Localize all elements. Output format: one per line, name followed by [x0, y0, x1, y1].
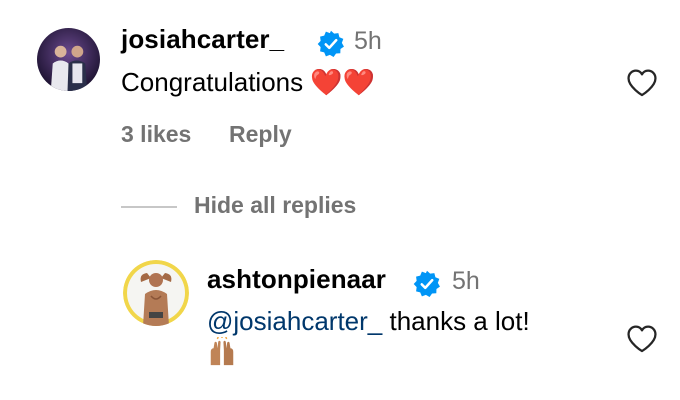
avatar[interactable] — [123, 260, 189, 326]
comments-thread: josiahcarter_ 5h Congratulations ❤️❤️ 3 … — [0, 0, 680, 400]
reply-username[interactable]: ashtonpienaar — [207, 264, 386, 295]
raised-hands-icon — [207, 337, 237, 367]
heart-outline-icon[interactable] — [624, 66, 660, 100]
reply-message: thanks a lot! — [389, 306, 530, 336]
comment-time: 5h — [354, 27, 382, 55]
verified-badge-icon — [317, 30, 345, 58]
avatar[interactable] — [37, 28, 100, 91]
replies-divider — [121, 206, 177, 208]
comment-text: Congratulations ❤️❤️ — [121, 67, 376, 97]
comment-likes[interactable]: 3 likes — [121, 121, 191, 148]
heart-outline-icon[interactable] — [624, 322, 660, 356]
verified-badge-icon — [413, 270, 441, 298]
clipped-next-row — [232, 393, 432, 400]
mention-link[interactable]: @josiahcarter_ — [207, 306, 382, 336]
reply-time: 5h — [452, 267, 480, 295]
comment-username[interactable]: josiahcarter_ — [121, 24, 284, 55]
hide-replies-button[interactable]: Hide all replies — [194, 192, 356, 219]
reply-text: @josiahcarter_ thanks a lot! — [207, 306, 530, 337]
reply-button[interactable]: Reply — [229, 121, 292, 148]
